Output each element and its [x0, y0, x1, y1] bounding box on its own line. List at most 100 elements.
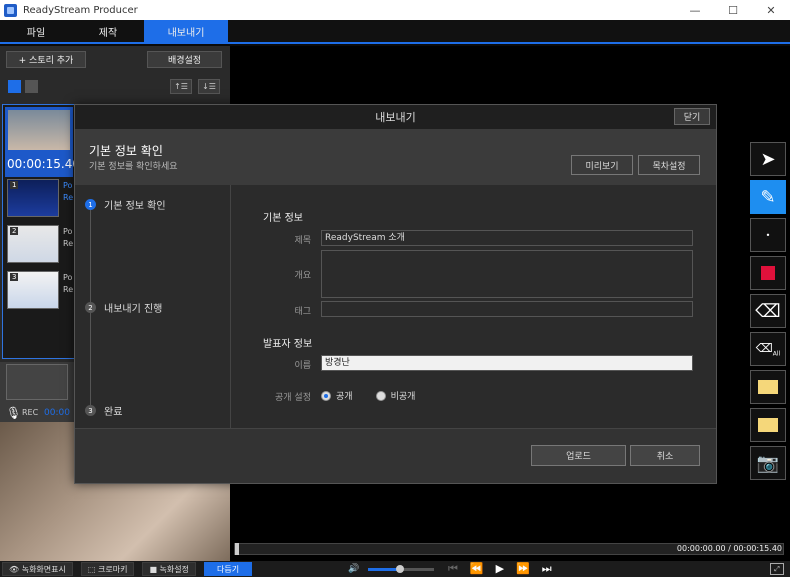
fast-forward-icon[interactable]: ⏩ — [516, 562, 530, 576]
step-subtitle: 기본 정보를 확인하세요 — [89, 162, 178, 172]
skip-start-icon[interactable]: ⏮ — [448, 562, 458, 576]
volume-icon[interactable]: 🔊 — [348, 564, 359, 574]
slide-number: 2 — [10, 227, 19, 235]
sort-up-button[interactable]: ↑☰ — [170, 79, 192, 94]
window-controls: — ☐ ✕ — [676, 0, 790, 20]
camera-icon: ■ — [149, 564, 160, 574]
story-thumbnail — [8, 110, 70, 150]
eye-icon: 👁 — [9, 564, 22, 574]
private-radio[interactable] — [375, 390, 386, 401]
upload-button[interactable]: 업로드 — [531, 445, 626, 466]
close-window-button[interactable]: ✕ — [752, 0, 790, 20]
title-field[interactable]: ReadyStream 소개 — [321, 230, 693, 246]
record-settings-button[interactable]: ■ 녹화설정 — [142, 562, 196, 576]
volume-fill — [368, 568, 400, 571]
menu-produce[interactable]: 제작 — [72, 20, 144, 42]
tag-field[interactable] — [321, 301, 693, 317]
visibility-options: 공개 비공개 — [321, 389, 415, 402]
slide-thumbnail[interactable]: 3 — [7, 271, 59, 309]
eraser-icon[interactable]: ⌫ — [750, 294, 786, 328]
video-camera-icon — [6, 364, 68, 400]
screenshot-icon[interactable]: 📷 — [750, 446, 786, 480]
menu-bar: 파일 제작 내보내기 — [0, 20, 790, 44]
grid-view-icon[interactable] — [8, 80, 21, 93]
slide-label-2: Re — [63, 193, 74, 202]
name-label: 이름 — [294, 361, 311, 371]
rec-time: 00:00 — [44, 408, 70, 418]
minimize-button[interactable]: — — [676, 0, 714, 20]
tag-label: 태그 — [294, 307, 311, 317]
playback-time: 00:00:00.00 / 00:00:15.40 — [676, 544, 782, 553]
app-title: ReadyStream Producer — [23, 4, 138, 16]
volume-knob[interactable] — [396, 565, 404, 573]
pen-tool-icon[interactable]: ✎ — [750, 180, 786, 214]
slide-label: Po — [63, 227, 73, 236]
add-note-icon[interactable] — [750, 408, 786, 442]
dialog-close-button[interactable]: 닫기 — [674, 108, 710, 125]
volume-slider[interactable] — [368, 565, 434, 573]
chroma-key-button[interactable]: ⬚ 크로마키 — [80, 562, 135, 576]
slide-number: 1 — [10, 181, 19, 189]
public-label: 공개 — [336, 392, 353, 402]
drawing-toolbar: ➤ ✎ • ⌫ ⌫All 📷 — [748, 140, 788, 490]
show-recording-label: 녹화화면표시 — [21, 564, 66, 574]
timeline-handle[interactable] — [235, 543, 239, 555]
step-number: 1 — [85, 199, 96, 210]
pen-size-icon[interactable]: • — [750, 218, 786, 252]
dialog-title: 내보내기 — [75, 105, 716, 129]
menu-export[interactable]: 내보내기 — [144, 20, 228, 42]
summary-label: 개요 — [294, 271, 311, 281]
background-settings-button[interactable]: 배경설정 — [147, 51, 222, 68]
toc-settings-button[interactable]: 목차설정 — [638, 155, 700, 175]
slide-label: Po — [63, 273, 73, 282]
story-item[interactable]: 00:00:15.40 — [5, 107, 80, 177]
slide-label-2: Re — [63, 285, 74, 294]
person-icon: ⬚ — [87, 564, 98, 574]
slide-label-2: Re — [63, 239, 74, 248]
step-number: 2 — [85, 302, 96, 313]
play-icon[interactable]: ▶ — [496, 562, 504, 576]
private-label: 비공개 — [390, 392, 416, 402]
preview-button[interactable]: 미리보기 — [571, 155, 633, 175]
step-item: 3 완료 — [85, 403, 122, 418]
public-radio[interactable] — [321, 390, 331, 401]
add-story-button[interactable]: + 스토리 추가 — [6, 51, 86, 68]
step-label: 내보내기 진행 — [104, 304, 163, 315]
cancel-button[interactable]: 취소 — [630, 445, 700, 466]
slide-thumbnail[interactable]: 2 — [7, 225, 59, 263]
pen-color-icon[interactable] — [750, 256, 786, 290]
step-number: 3 — [85, 405, 96, 416]
list-view-icon[interactable] — [25, 80, 38, 93]
rec-label: REC — [22, 408, 39, 417]
show-recording-button[interactable]: 👁 녹화화면표시 — [2, 562, 73, 576]
app-icon — [4, 3, 17, 17]
pointer-tool-icon[interactable]: ➤ — [750, 142, 786, 176]
step-label: 완료 — [104, 407, 123, 418]
fullscreen-icon[interactable]: ⤢ — [770, 563, 784, 575]
chroma-key-label: 크로마키 — [97, 564, 128, 574]
step-indicator: 1 기본 정보 확인 2 내보내기 진행 3 완료 — [75, 185, 231, 428]
slide-label: Po — [63, 181, 73, 190]
export-dialog: 내보내기 닫기 기본 정보 확인 기본 정보를 확인하세요 미리보기 목차설정 … — [74, 104, 717, 484]
playback-controls: ⏮ ⏪ ▶ ⏩ ⏭ — [448, 562, 552, 576]
menu-file[interactable]: 파일 — [0, 20, 72, 42]
microphone-icon[interactable]: 🎙 — [6, 406, 21, 420]
slide-thumbnail[interactable]: 1 — [7, 179, 59, 217]
story-duration: 00:00:15.40 — [7, 157, 80, 171]
next-button[interactable]: 다듬기 — [204, 562, 253, 576]
rewind-icon[interactable]: ⏪ — [470, 562, 484, 576]
bottom-bar: 👁 녹화화면표시 ⬚ 크로마키 ■ 녹화설정 다듬기 🔊 ⏮ ⏪ ▶ ⏩ ⏭ ⤢ — [0, 561, 790, 577]
step-title: 기본 정보 확인 — [89, 144, 163, 158]
record-settings-label: 녹화설정 — [159, 564, 189, 574]
maximize-button[interactable]: ☐ — [714, 0, 752, 20]
basic-info-heading: 기본 정보 — [263, 213, 303, 224]
visibility-label: 공개 설정 — [275, 393, 311, 403]
erase-all-icon[interactable]: ⌫All — [750, 332, 786, 366]
sort-down-button[interactable]: ↓☰ — [198, 79, 220, 94]
skip-end-icon[interactable]: ⏭ — [542, 562, 552, 576]
summary-field[interactable] — [321, 250, 693, 298]
dialog-footer: 업로드 취소 — [75, 428, 716, 483]
sticky-note-icon[interactable] — [750, 370, 786, 404]
info-form: 기본 정보 제목 ReadyStream 소개 개요 태그 발표자 정보 이름 … — [231, 185, 716, 428]
name-field[interactable]: 방경난 — [321, 355, 693, 371]
